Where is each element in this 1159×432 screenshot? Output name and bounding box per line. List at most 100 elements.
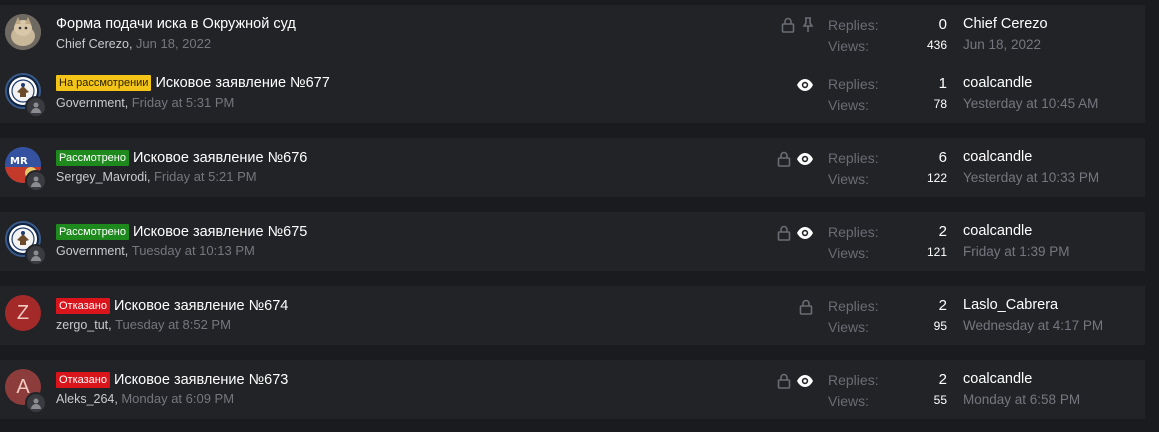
avatar[interactable]: Z xyxy=(5,295,41,331)
views-label: Views: xyxy=(828,171,869,187)
thread-status-icons xyxy=(796,76,816,94)
meta-separator: , xyxy=(147,170,154,184)
thread-status-icons xyxy=(776,224,816,242)
thread-title-link[interactable]: Исковое заявление №675 xyxy=(133,224,307,240)
avatar[interactable] xyxy=(5,14,41,50)
last-poster-avatar[interactable] xyxy=(25,244,47,266)
lock-icon xyxy=(776,224,792,242)
lock-icon xyxy=(776,372,792,390)
thread-author[interactable]: zergo_tut xyxy=(56,318,108,332)
thread-author[interactable]: Chief Cerezo xyxy=(56,37,129,51)
replies-count: 0 xyxy=(938,16,947,33)
views-count: 95 xyxy=(933,319,947,333)
replies-count: 2 xyxy=(938,371,947,388)
lock-icon xyxy=(798,298,814,316)
meta-separator: , xyxy=(124,244,132,258)
views-label: Views: xyxy=(828,38,869,54)
svg-text:MR: MR xyxy=(10,156,28,167)
thread-meta: Chief Cerezo, Jun 18, 2022 xyxy=(56,36,211,51)
eye-icon xyxy=(796,372,814,390)
last-post-user[interactable]: coalcandle xyxy=(963,371,1032,387)
last-post-user[interactable]: coalcandle xyxy=(963,75,1032,91)
thread-title-line: На рассмотрении Исковое заявление №677 xyxy=(56,73,330,93)
status-badge[interactable]: Рассмотрено xyxy=(56,224,129,240)
eye-icon xyxy=(796,150,814,168)
views-label: Views: xyxy=(828,319,869,335)
thread-title-line: Рассмотрено Исковое заявление №676 xyxy=(56,148,307,168)
replies-label: Replies: xyxy=(828,372,879,388)
replies-count: 6 xyxy=(938,149,947,166)
thread-meta: Government, Friday at 5:31 PM xyxy=(56,95,234,110)
views-count: 122 xyxy=(926,171,947,185)
thread-row[interactable]: A Отказано Исковое заявление №673 Aleks_… xyxy=(0,360,1145,419)
views-label: Views: xyxy=(828,393,869,409)
last-post-date[interactable]: Jun 18, 2022 xyxy=(963,37,1041,52)
replies-label: Replies: xyxy=(828,298,879,314)
eye-icon xyxy=(796,224,814,242)
replies-count: 1 xyxy=(938,75,947,92)
thread-start-date[interactable]: Friday at 5:31 PM xyxy=(132,95,235,110)
thread-author[interactable]: Government xyxy=(56,244,125,258)
thread-title-link[interactable]: Исковое заявление №677 xyxy=(155,75,329,91)
views-count: 78 xyxy=(933,97,947,111)
last-post-date[interactable]: Yesterday at 10:45 AM xyxy=(963,96,1098,111)
thread-meta: Aleks_264, Monday at 6:09 PM xyxy=(56,391,234,406)
thread-author[interactable]: Sergey_Mavrodi xyxy=(56,170,147,184)
thread-row[interactable]: На рассмотрении Исковое заявление №677 G… xyxy=(0,63,1145,123)
thread-start-date[interactable]: Jun 18, 2022 xyxy=(136,36,211,51)
meta-separator: , xyxy=(124,96,132,110)
thread-start-date[interactable]: Tuesday at 8:52 PM xyxy=(115,317,231,332)
status-badge[interactable]: Рассмотрено xyxy=(56,150,129,166)
views-label: Views: xyxy=(828,97,869,113)
thread-meta: Government, Tuesday at 10:13 PM xyxy=(56,243,255,258)
thread-title-link[interactable]: Исковое заявление №674 xyxy=(114,298,288,314)
thread-row[interactable]: Форма подачи иска в Окружной суд Chief C… xyxy=(0,5,1145,63)
thread-title-line: Отказано Исковое заявление №673 xyxy=(56,370,288,390)
thread-row[interactable]: MR Рассмотрено Исковое заявление №676 Se… xyxy=(0,138,1145,197)
thread-title-line: Рассмотрено Исковое заявление №675 xyxy=(56,222,307,242)
thread-start-date[interactable]: Monday at 6:09 PM xyxy=(121,391,234,406)
lock-icon xyxy=(780,16,796,34)
last-post-user[interactable]: coalcandle xyxy=(963,149,1032,165)
lock-icon xyxy=(776,150,792,168)
last-post-date[interactable]: Wednesday at 4:17 PM xyxy=(963,318,1103,333)
thread-title-line: Форма подачи иска в Окружной суд xyxy=(56,14,296,34)
thread-row[interactable]: Рассмотрено Исковое заявление №675 Gover… xyxy=(0,212,1145,271)
thread-status-icons xyxy=(798,298,818,316)
thread-status-icons xyxy=(776,150,816,168)
thread-title-link[interactable]: Исковое заявление №676 xyxy=(133,150,307,166)
status-badge[interactable]: На рассмотрении xyxy=(56,75,152,91)
views-count: 436 xyxy=(926,38,947,52)
thread-start-date[interactable]: Tuesday at 10:13 PM xyxy=(132,243,255,258)
last-post-user[interactable]: coalcandle xyxy=(963,223,1032,239)
last-poster-avatar[interactable] xyxy=(25,170,47,192)
views-label: Views: xyxy=(828,245,869,261)
last-post-date[interactable]: Monday at 6:58 PM xyxy=(963,392,1080,407)
views-count: 121 xyxy=(926,245,947,259)
replies-count: 2 xyxy=(938,297,947,314)
last-post-date[interactable]: Friday at 1:39 PM xyxy=(963,244,1070,259)
last-poster-avatar[interactable] xyxy=(25,392,47,414)
thread-author[interactable]: Government xyxy=(56,96,125,110)
thread-status-icons xyxy=(776,372,816,390)
status-badge[interactable]: Отказано xyxy=(56,298,110,314)
thread-author[interactable]: Aleks_264 xyxy=(56,392,114,406)
status-badge[interactable]: Отказано xyxy=(56,372,110,388)
thread-meta: Sergey_Mavrodi, Friday at 5:21 PM xyxy=(56,169,257,184)
thread-title-line: Отказано Исковое заявление №674 xyxy=(56,296,288,316)
thread-row[interactable]: Z Отказано Исковое заявление №674 zergo_… xyxy=(0,286,1145,345)
pin-icon xyxy=(800,16,816,34)
views-count: 55 xyxy=(933,393,947,407)
replies-label: Replies: xyxy=(828,224,879,240)
replies-count: 2 xyxy=(938,223,947,240)
thread-title-link[interactable]: Форма подачи иска в Окружной суд xyxy=(56,16,296,32)
last-post-user[interactable]: Laslo_Cabrera xyxy=(963,297,1058,313)
last-post-user[interactable]: Chief Cerezo xyxy=(963,16,1048,32)
last-post-date[interactable]: Yesterday at 10:33 PM xyxy=(963,170,1099,185)
last-poster-avatar[interactable] xyxy=(25,96,47,118)
meta-separator: , xyxy=(128,37,136,51)
replies-label: Replies: xyxy=(828,150,879,166)
eye-icon xyxy=(796,76,814,94)
thread-start-date[interactable]: Friday at 5:21 PM xyxy=(154,169,257,184)
thread-title-link[interactable]: Исковое заявление №673 xyxy=(114,372,288,388)
